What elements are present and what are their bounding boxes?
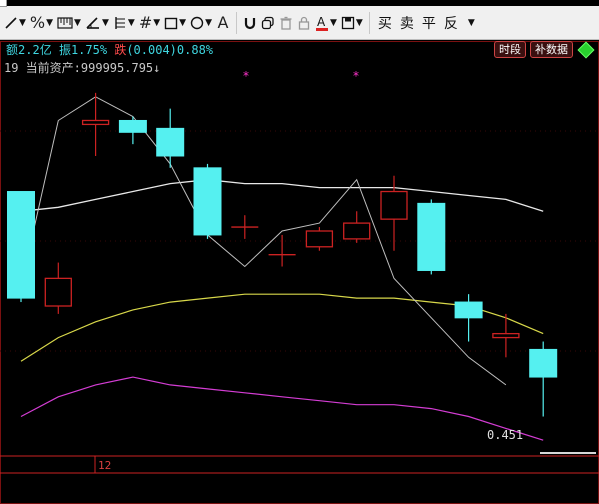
- channel-tool-button[interactable]: ▼: [111, 10, 137, 36]
- candlestick: [417, 199, 446, 275]
- font-color-button[interactable]: A ▼: [313, 10, 339, 36]
- candle-body: [81, 119, 110, 126]
- angle-tool-button[interactable]: ▼: [83, 10, 111, 36]
- magnet-tool-button[interactable]: [241, 10, 259, 36]
- copy-icon: [261, 16, 275, 30]
- candlestick: [231, 215, 259, 239]
- candle-body: [454, 301, 483, 319]
- change-value: (0.004)0.88%: [126, 43, 214, 57]
- toolbar-separator: [368, 11, 370, 34]
- kline-chart[interactable]: * * 额2.2亿 振1.75% 跌(0.004)0.88% 19 当前资产:9…: [0, 41, 599, 504]
- min-price-label: 0.451: [487, 428, 524, 442]
- line-tool-button[interactable]: ▼: [2, 10, 28, 36]
- channel-icon: [113, 16, 127, 30]
- chevron-down-icon: ▼: [467, 17, 475, 28]
- candle-body: [156, 127, 185, 157]
- period-button[interactable]: 时段: [494, 41, 526, 58]
- candle-body: [492, 332, 520, 339]
- amount-value: 2.2亿: [18, 43, 52, 57]
- candle-body: [44, 277, 72, 307]
- current-asset-text: 19 当前资产:999995.795: [4, 61, 154, 75]
- ma-middle-line: [20, 179, 544, 212]
- ma-lower-line: [20, 376, 544, 441]
- lock-icon: [297, 16, 311, 30]
- signal-marker-icon: *: [243, 69, 249, 83]
- chevron-down-icon: ▼: [153, 17, 161, 28]
- font-color-icon: A: [315, 15, 329, 31]
- angle-icon: [85, 16, 101, 30]
- more-options-button[interactable]: ▼: [462, 10, 480, 36]
- grid-tool-button[interactable]: # ▼: [137, 10, 162, 36]
- candle-body: [305, 230, 334, 248]
- magnet-icon: [243, 16, 257, 30]
- circle-icon: [190, 16, 204, 30]
- quote-info-line: 额2.2亿 振1.75% 跌(0.004)0.88%: [6, 41, 213, 57]
- candle-body: [7, 191, 35, 299]
- percent-tool-button[interactable]: % ▼: [28, 10, 55, 36]
- reverse-button[interactable]: 反: [440, 10, 462, 36]
- change-label: 跌: [114, 43, 127, 57]
- rectangle-tool-button[interactable]: ▼: [162, 10, 188, 36]
- chevron-down-icon: ▼: [19, 17, 26, 28]
- candle-body: [529, 348, 558, 378]
- buy-button[interactable]: 买: [374, 10, 396, 36]
- candlestick: [44, 262, 72, 314]
- letter-a-icon: A: [217, 13, 229, 32]
- save-icon: [341, 16, 355, 30]
- chevron-down-icon: ▼: [101, 17, 109, 28]
- candle-body: [193, 167, 222, 236]
- sell-button[interactable]: 卖: [396, 10, 418, 36]
- candle-body: [417, 202, 446, 271]
- chevron-down-icon: ▼: [329, 17, 337, 28]
- percent-icon: %: [29, 13, 46, 32]
- diagonal-line-icon: [4, 16, 18, 30]
- current-asset-line: 19 当前资产:999995.795↓: [4, 59, 160, 76]
- delete-tool-button[interactable]: [277, 10, 295, 36]
- text-tool-button[interactable]: A: [214, 10, 232, 36]
- rectangle-icon: [164, 16, 178, 30]
- chevron-down-icon: ▼: [355, 17, 363, 28]
- svg-text:A: A: [317, 15, 326, 29]
- supplement-data-button[interactable]: 补数据: [530, 41, 573, 58]
- candle-body: [118, 119, 147, 133]
- drawing-toolbar: ▼ % ▼ ▼ ▼ ▼ # ▼ ▼ ▼ A A ▼ ▼ 买 卖 平 反 ▼: [0, 6, 599, 40]
- down-arrow-icon: ↓: [153, 61, 161, 75]
- candlestick: [343, 211, 371, 243]
- circle-tool-button[interactable]: ▼: [188, 10, 214, 36]
- candlestick: [118, 116, 147, 145]
- ruler-icon: [57, 16, 73, 30]
- candle-body: [343, 222, 371, 240]
- date-label: 12: [98, 459, 112, 472]
- ruler-tool-button[interactable]: ▼: [55, 10, 83, 36]
- copy-tool-button[interactable]: [259, 10, 277, 36]
- chevron-down-icon: ▼: [46, 17, 54, 28]
- toolbar-separator: [235, 11, 237, 34]
- candlestick: [193, 163, 222, 239]
- trash-icon: [279, 16, 293, 30]
- candlestick: [156, 108, 185, 168]
- hash-grid-icon: #: [138, 13, 153, 32]
- amount-label: 额: [6, 43, 19, 57]
- close-position-button[interactable]: 平: [418, 10, 440, 36]
- chevron-down-icon: ▼: [205, 17, 212, 28]
- chevron-down-icon: ▼: [127, 17, 135, 28]
- save-template-button[interactable]: ▼: [339, 10, 365, 36]
- candle-body: [380, 190, 408, 220]
- candlestick: [529, 341, 558, 417]
- chevron-down-icon: ▼: [74, 17, 81, 28]
- amplitude-label: 振: [58, 43, 71, 57]
- lock-tool-button[interactable]: [295, 10, 313, 36]
- signal-marker-icon: *: [353, 69, 359, 83]
- candlestick: [7, 191, 35, 303]
- window-corner: [0, 0, 7, 7]
- candlestick: [305, 227, 334, 251]
- amplitude-value: 1.75%: [70, 43, 108, 57]
- candlestick: [454, 294, 483, 342]
- chevron-down-icon: ▼: [179, 17, 187, 28]
